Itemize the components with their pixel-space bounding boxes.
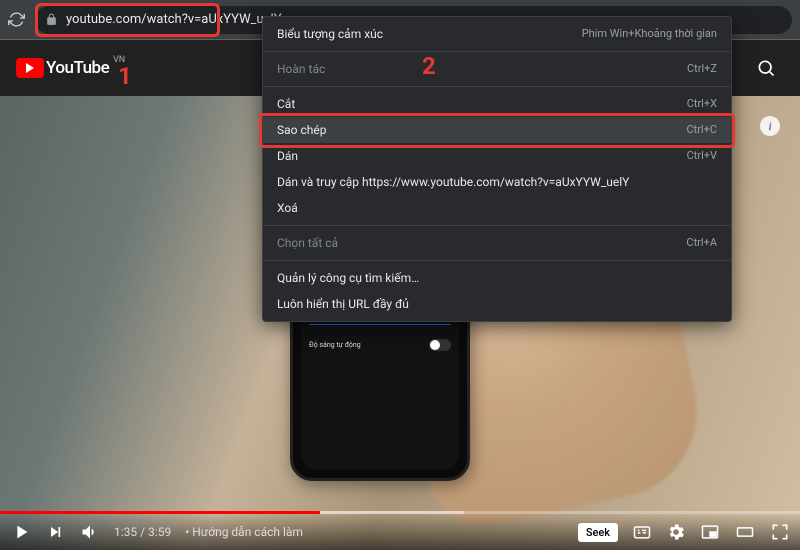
- context-menu-item: Chọn tất cảCtrl+A: [263, 230, 731, 256]
- youtube-wordmark: YouTube: [46, 58, 109, 78]
- context-menu-item[interactable]: CắtCtrl+X: [263, 91, 731, 117]
- seek-badge: Seek: [578, 523, 618, 542]
- miniplayer-button[interactable]: [700, 522, 720, 542]
- youtube-logo-icon: [16, 58, 44, 78]
- context-menu: Biểu tượng cảm xúcPhím Win+Khoảng thời g…: [262, 16, 732, 322]
- player-controls: 1:35 / 3:59 • Hướng dẫn cách làm Seek: [0, 514, 800, 550]
- video-title: • Hướng dẫn cách làm: [185, 525, 303, 539]
- annotation-label-2: 2: [422, 52, 436, 80]
- subtitles-button[interactable]: [632, 522, 652, 542]
- annotation-label-1: 1: [118, 62, 132, 90]
- context-menu-item[interactable]: Luôn hiển thị URL đầy đủ: [263, 291, 731, 317]
- context-menu-item[interactable]: Quản lý công cụ tìm kiếm…: [263, 265, 731, 291]
- context-menu-item[interactable]: Dán và truy cập https://www.youtube.com/…: [263, 169, 731, 195]
- time-display: 1:35 / 3:59: [114, 525, 171, 539]
- fullscreen-button[interactable]: [770, 522, 790, 542]
- youtube-logo[interactable]: YouTube VN: [16, 58, 109, 78]
- theater-button[interactable]: [734, 522, 756, 542]
- next-button[interactable]: [46, 522, 66, 542]
- info-icon[interactable]: i: [760, 116, 780, 136]
- context-menu-item: Hoàn tácCtrl+Z: [263, 56, 731, 82]
- search-icon[interactable]: [748, 50, 784, 86]
- play-button[interactable]: [10, 521, 32, 543]
- context-menu-item[interactable]: Sao chépCtrl+C: [263, 117, 731, 143]
- volume-button[interactable]: [80, 522, 100, 542]
- refresh-icon[interactable]: [8, 11, 25, 28]
- context-menu-item[interactable]: Xoá: [263, 195, 731, 221]
- lock-icon: [45, 13, 58, 26]
- context-menu-item[interactable]: DánCtrl+V: [263, 143, 731, 169]
- settings-button[interactable]: [666, 522, 686, 542]
- context-menu-item[interactable]: Biểu tượng cảm xúcPhím Win+Khoảng thời g…: [263, 21, 731, 47]
